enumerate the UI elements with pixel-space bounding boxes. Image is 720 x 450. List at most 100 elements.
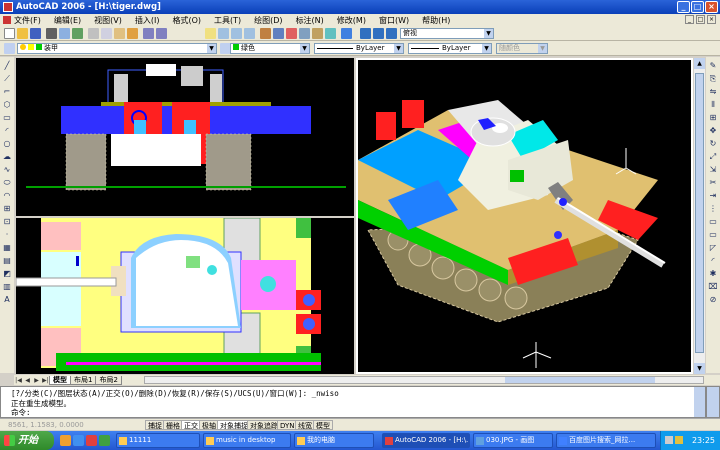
menu-item[interactable]: 插入(I) xyxy=(135,15,160,26)
redo-icon[interactable] xyxy=(156,28,167,39)
line-icon[interactable]: ╱ xyxy=(2,61,12,71)
help-icon[interactable] xyxy=(341,28,352,39)
erase-icon[interactable]: ✎ xyxy=(708,61,718,71)
insert-block-icon[interactable]: ⊞ xyxy=(2,204,12,214)
quicklaunch-icon-3[interactable] xyxy=(86,435,97,446)
ortho-toggle[interactable]: 正交 xyxy=(181,420,201,430)
scroll-thumb[interactable] xyxy=(695,73,704,353)
stretch-icon[interactable]: ⇲ xyxy=(708,165,718,175)
menu-item[interactable]: 绘图(D) xyxy=(254,15,282,26)
task-my-computer[interactable]: 我的电脑 xyxy=(294,433,374,448)
polygon-icon[interactable]: ⬡ xyxy=(2,100,12,110)
point-icon[interactable]: · xyxy=(2,230,12,240)
snap-toggle[interactable]: 捕捉 xyxy=(145,420,165,430)
viewport-front[interactable] xyxy=(16,58,354,216)
copy-icon[interactable] xyxy=(101,28,112,39)
break-icon[interactable]: ▭ xyxy=(708,217,718,227)
menu-item[interactable]: 编辑(E) xyxy=(54,15,81,26)
scroll-down-arrow[interactable]: ▼ xyxy=(694,363,705,374)
model-toggle[interactable]: 模型 xyxy=(313,420,333,430)
doc-restore-button[interactable]: □ xyxy=(696,15,705,24)
prev-tab-icon[interactable]: ◀ xyxy=(23,376,32,385)
tab-layout2[interactable]: 布局2 xyxy=(95,375,122,385)
view-tool-icon-2[interactable] xyxy=(373,28,384,39)
first-tab-icon[interactable]: |◀ xyxy=(14,376,23,385)
maximize-button[interactable]: □ xyxy=(691,1,704,13)
zoom-realtime-icon[interactable] xyxy=(218,28,229,39)
minimize-button[interactable]: _ xyxy=(677,1,690,13)
doc-minimize-button[interactable]: _ xyxy=(685,15,694,24)
offset-icon[interactable]: ⫴ xyxy=(708,100,718,110)
spline-icon[interactable]: ∿ xyxy=(2,165,12,175)
command-prompt[interactable]: 命令: xyxy=(11,408,705,418)
menu-item[interactable]: 标注(N) xyxy=(296,15,324,26)
quicklaunch-icon-4[interactable] xyxy=(99,435,110,446)
quicklaunch-icon-1[interactable] xyxy=(60,435,71,446)
task-music-in-desktop[interactable]: music in desktop xyxy=(203,433,291,448)
text-icon[interactable]: A xyxy=(2,295,12,305)
extend-icon[interactable]: ⇥ xyxy=(708,191,718,201)
next-tab-icon[interactable]: ▶ xyxy=(32,376,41,385)
polyline-icon[interactable]: ⌐ xyxy=(2,87,12,97)
make-block-icon[interactable]: ⊡ xyxy=(2,217,12,227)
menu-item[interactable]: 帮助(H) xyxy=(422,15,450,26)
region-icon[interactable]: ◩ xyxy=(2,269,12,279)
sheet-set-icon[interactable] xyxy=(299,28,310,39)
task-autocad[interactable]: AutoCAD 2006 - [H:\... xyxy=(382,433,470,448)
print-icon[interactable] xyxy=(46,28,57,39)
break-at-point-icon[interactable]: ⋮ xyxy=(708,204,718,214)
viewport-isometric[interactable] xyxy=(356,58,693,374)
rectangle-icon[interactable]: ▭ xyxy=(2,113,12,123)
tray-network-icon[interactable] xyxy=(665,436,673,444)
horizontal-scrollbar[interactable] xyxy=(144,376,704,384)
menu-item[interactable]: 窗口(W) xyxy=(379,15,409,26)
revcloud-icon[interactable]: ☁ xyxy=(2,152,12,162)
view-combo[interactable]: 俯视 ▼ xyxy=(400,28,494,39)
design-center-icon[interactable] xyxy=(273,28,284,39)
tab-layout1[interactable]: 布局1 xyxy=(70,375,97,385)
move-icon[interactable]: ✥ xyxy=(708,126,718,136)
menu-item[interactable]: 修改(M) xyxy=(337,15,366,26)
lineweight-toggle[interactable]: 线宽 xyxy=(295,420,315,430)
cut-icon[interactable] xyxy=(88,28,99,39)
tray-volume-icon[interactable] xyxy=(675,436,683,444)
gradient-icon[interactable]: ▤ xyxy=(2,256,12,266)
plot-preview-icon[interactable] xyxy=(59,28,70,39)
new-icon[interactable] xyxy=(4,28,15,39)
quickcalc-icon[interactable] xyxy=(325,28,336,39)
layer-combo[interactable]: 装甲 ▼ xyxy=(17,43,217,54)
pan-icon[interactable] xyxy=(205,28,216,39)
hatch-icon[interactable]: ▦ xyxy=(2,243,12,253)
autocad-app-icon[interactable] xyxy=(3,2,13,12)
otrack-toggle[interactable]: 对象追踪 xyxy=(247,420,281,430)
zoom-window-icon[interactable] xyxy=(231,28,242,39)
publish-icon[interactable] xyxy=(72,28,83,39)
layer-manager-icon[interactable] xyxy=(4,43,15,54)
task-folder-11111[interactable]: 11111 xyxy=(116,433,200,448)
markup-icon[interactable] xyxy=(312,28,323,39)
view-tool-icon-3[interactable] xyxy=(386,28,397,39)
menu-item[interactable]: 视图(V) xyxy=(94,15,122,26)
grid-toggle[interactable]: 栅格 xyxy=(163,420,183,430)
join-icon[interactable]: ▭ xyxy=(708,230,718,240)
chamfer-icon[interactable]: ◸ xyxy=(708,243,718,253)
menu-item[interactable]: 工具(T) xyxy=(214,15,241,26)
copy-object-icon[interactable]: ⎘ xyxy=(708,74,718,84)
vertical-scrollbar[interactable]: ▲ ▼ xyxy=(694,58,705,374)
menu-item[interactable]: 文件(F) xyxy=(14,15,41,26)
rotate-icon[interactable]: ↻ xyxy=(708,139,718,149)
task-paint[interactable]: 030.JPG - 画图 xyxy=(473,433,553,448)
undo-icon[interactable] xyxy=(143,28,154,39)
circle-icon[interactable]: ○ xyxy=(2,139,12,149)
match-properties-icon[interactable] xyxy=(127,28,138,39)
start-button[interactable]: 开始 xyxy=(0,431,54,450)
tool-palettes-icon[interactable] xyxy=(286,28,297,39)
construction-line-icon[interactable]: ⟋ xyxy=(2,74,12,84)
lineweight-combo[interactable]: ByLayer ▼ xyxy=(408,43,492,54)
explode-icon[interactable]: ✱ xyxy=(708,269,718,279)
close-button[interactable]: × xyxy=(705,1,718,13)
table-icon[interactable]: ▥ xyxy=(2,282,12,292)
linetype-combo[interactable]: ByLayer ▼ xyxy=(314,43,404,54)
fillet-icon[interactable]: ◜ xyxy=(708,256,718,266)
scale-icon[interactable]: ⤢ xyxy=(708,152,718,162)
